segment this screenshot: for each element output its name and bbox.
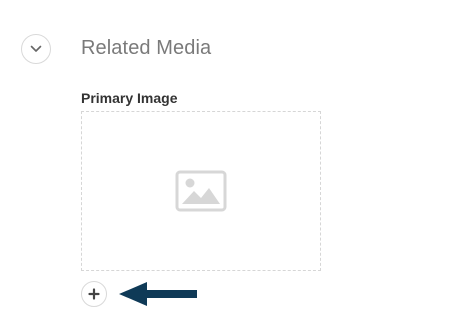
- primary-image-dropzone[interactable]: [81, 111, 321, 271]
- section-title: Related Media: [81, 37, 212, 59]
- chevron-down-icon: [30, 45, 42, 52]
- add-image-button[interactable]: [81, 281, 107, 307]
- collapse-toggle-button[interactable]: [21, 34, 51, 64]
- plus-icon: [88, 288, 100, 300]
- arrow-left-icon: [119, 282, 197, 306]
- image-placeholder-icon: [175, 170, 227, 212]
- primary-image-label: Primary Image: [81, 90, 178, 106]
